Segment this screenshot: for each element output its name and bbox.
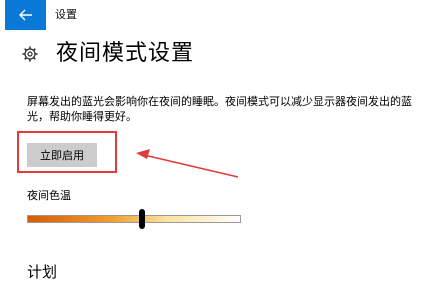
description-text: 屏幕发出的蓝光会影响你在夜间的睡眠。夜间模式可以减少显示器夜间发出的蓝光，帮助你…	[27, 95, 412, 123]
color-temperature-label: 夜间色温	[27, 189, 71, 202]
back-button[interactable]	[5, 0, 46, 30]
annotation-highlight-box	[17, 131, 117, 173]
page-title: 夜间模式设置	[56, 41, 195, 66]
slider-track[interactable]	[27, 215, 241, 223]
settings-window: 设置 夜间模式设置 屏幕发出的蓝光会影响你在夜间的睡眠。夜间模式可以减少显示器夜…	[0, 0, 445, 288]
slider-thumb[interactable]	[139, 209, 145, 229]
arrow-left-icon	[18, 9, 32, 21]
app-title: 设置	[55, 8, 77, 21]
schedule-heading: 计划	[27, 263, 58, 281]
annotation-arrow	[136, 149, 239, 178]
gear-icon	[22, 46, 38, 62]
title-bar: 设置	[0, 0, 445, 30]
color-temperature-slider[interactable]	[27, 207, 241, 231]
